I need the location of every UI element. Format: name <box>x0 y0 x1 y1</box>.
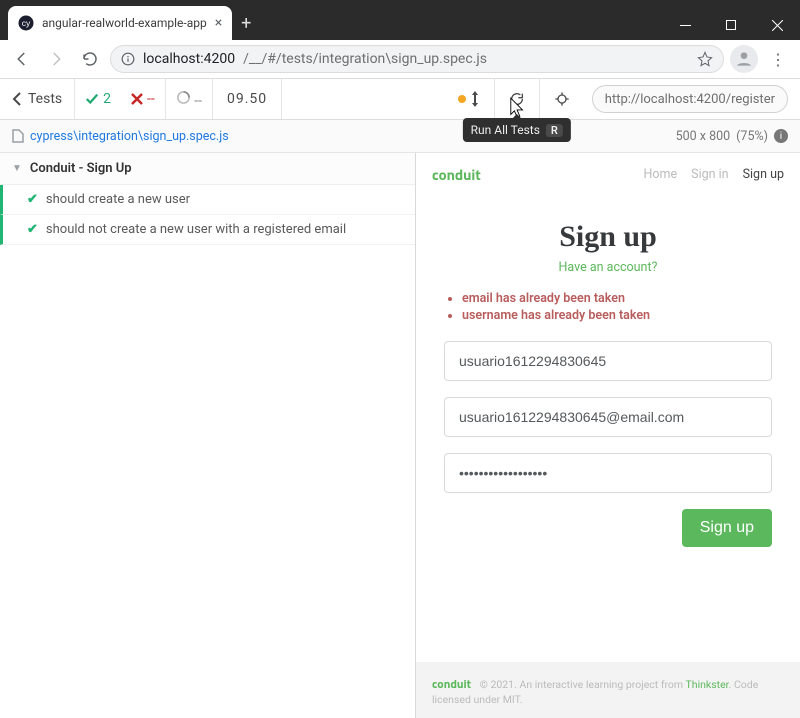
signup-button[interactable]: Sign up <box>682 509 772 547</box>
browser-titlebar: cy angular-realworld-example-app × + <box>0 0 800 40</box>
svg-text:cy: cy <box>22 18 31 28</box>
minimize-button[interactable] <box>662 10 708 40</box>
error-list: email has already been taken username ha… <box>444 291 772 325</box>
error-item: username has already been taken <box>462 308 772 323</box>
app-navbar: conduit Home Sign in Sign up <box>416 153 800 196</box>
duration: 09.50 <box>213 91 281 107</box>
back-button[interactable] <box>8 45 36 73</box>
resize-vertical-icon <box>470 91 480 107</box>
test-row[interactable]: ✔ should not create a new user with a re… <box>0 215 415 245</box>
page-heading: Sign up <box>416 220 800 254</box>
browser-tab[interactable]: cy angular-realworld-example-app × <box>8 6 232 40</box>
tests-back-button[interactable]: Tests <box>0 91 74 107</box>
email-input[interactable] <box>444 397 772 437</box>
address-bar: localhost:4200 /__/#/tests/integration\si… <box>0 40 800 79</box>
file-icon <box>12 129 24 143</box>
main-split: ▼ Conduit - Sign Up ✔ should create a ne… <box>0 153 800 718</box>
app-footer: conduit © 2021. An interactive learning … <box>416 662 800 718</box>
new-tab-button[interactable]: + <box>232 6 260 40</box>
pending-spinner: -- <box>166 90 212 109</box>
run-all-tooltip: Run All Tests R <box>463 118 571 142</box>
password-input[interactable] <box>444 453 772 493</box>
profile-button[interactable] <box>730 45 758 73</box>
spec-path[interactable]: cypress\integration\sign_up.spec.js <box>12 129 229 144</box>
bookmark-icon[interactable] <box>697 51 713 67</box>
suite-header[interactable]: ▼ Conduit - Sign Up <box>0 153 415 185</box>
close-window-button[interactable] <box>754 10 800 40</box>
browser-menu-button[interactable]: ⋮ <box>764 50 792 69</box>
maximize-button[interactable] <box>708 10 754 40</box>
passed-count: 2 <box>75 91 121 107</box>
info-badge-icon: i <box>774 129 788 143</box>
reporter-panel: ▼ Conduit - Sign Up ✔ should create a ne… <box>0 153 416 718</box>
have-account-link[interactable]: Have an account? <box>416 260 800 275</box>
cypress-favicon-icon: cy <box>18 15 34 31</box>
shortcut-key: R <box>546 124 563 137</box>
cypress-toolbar: Tests 2 -- -- 09.50 Run All Tests R <box>0 79 800 120</box>
window-controls <box>662 10 800 40</box>
close-tab-icon[interactable]: × <box>215 15 222 31</box>
chevron-left-icon <box>12 92 22 106</box>
footer-brand[interactable]: conduit <box>432 674 471 693</box>
tab-title: angular-realworld-example-app <box>42 16 207 30</box>
spec-header-row: cypress\integration\sign_up.spec.js 500 … <box>0 120 800 153</box>
check-icon <box>85 92 99 106</box>
status-dot-icon <box>458 95 466 103</box>
nav-signup[interactable]: Sign up <box>743 167 784 182</box>
forward-button[interactable] <box>42 45 70 73</box>
check-icon: ✔ <box>27 222 38 237</box>
crosshair-icon <box>554 91 570 107</box>
username-input[interactable] <box>444 341 772 381</box>
selector-playground-button[interactable] <box>540 79 584 119</box>
test-row[interactable]: ✔ should create a new user <box>0 185 415 215</box>
nav-signin[interactable]: Sign in <box>691 167 728 182</box>
auto-scroll-toggle[interactable] <box>444 91 494 107</box>
caret-down-icon: ▼ <box>12 163 22 174</box>
app-preview-panel: conduit Home Sign in Sign up Sign up Hav… <box>416 153 800 718</box>
check-icon: ✔ <box>27 192 38 207</box>
app-preview: conduit Home Sign in Sign up Sign up Hav… <box>416 153 800 718</box>
app-url-display: http://localhost:4200/register <box>592 85 788 113</box>
run-all-tests-button[interactable]: Run All Tests R <box>495 79 539 119</box>
reload-button[interactable] <box>76 45 104 73</box>
brand-logo[interactable]: conduit <box>432 163 481 186</box>
tests-label: Tests <box>28 91 62 107</box>
spinner-icon <box>176 90 191 105</box>
x-icon <box>131 93 143 105</box>
error-item: email has already been taken <box>462 291 772 306</box>
omnibox[interactable]: localhost:4200 /__/#/tests/integration\si… <box>110 45 724 73</box>
url-host: localhost:4200 <box>143 51 235 67</box>
failed-count: -- <box>121 91 165 107</box>
nav-home[interactable]: Home <box>644 167 678 182</box>
refresh-icon <box>509 91 525 107</box>
url-path: /__/#/tests/integration\sign_up.spec.js <box>243 51 487 67</box>
footer-thinkster-link[interactable]: Thinkster <box>686 678 729 691</box>
viewport-info[interactable]: 500 x 800 (75%) i <box>676 129 788 144</box>
info-icon <box>121 52 135 66</box>
